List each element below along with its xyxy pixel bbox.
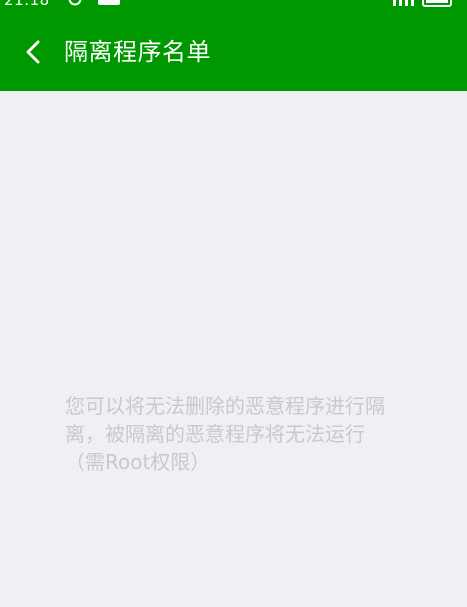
- status-time: 21:18: [4, 0, 50, 9]
- app-header: 21:18 隔离程序名单: [0, 0, 467, 91]
- battery-icon: [422, 0, 452, 7]
- quarantine-list-area: 您可以将无法删除的恶意程序进行隔 离，被隔离的恶意程序将无法运行 （需Root权…: [0, 91, 467, 607]
- empty-state-line: （需Root权限）: [65, 450, 211, 474]
- back-button[interactable]: [20, 37, 46, 67]
- empty-state-line: 您可以将无法删除的恶意程序进行隔: [65, 394, 385, 418]
- signal-icon: [393, 0, 414, 6]
- chevron-left-icon: [26, 40, 40, 64]
- message-icon: [98, 0, 120, 5]
- empty-state-line: 离，被隔离的恶意程序将无法运行: [65, 422, 365, 446]
- status-bar: 21:18: [0, 0, 467, 8]
- notification-circle-icon: [68, 0, 82, 6]
- empty-state-message: 您可以将无法删除的恶意程序进行隔 离，被隔离的恶意程序将无法运行 （需Root权…: [65, 392, 435, 476]
- page-title: 隔离程序名单: [64, 38, 211, 66]
- status-right-icons: [393, 0, 452, 7]
